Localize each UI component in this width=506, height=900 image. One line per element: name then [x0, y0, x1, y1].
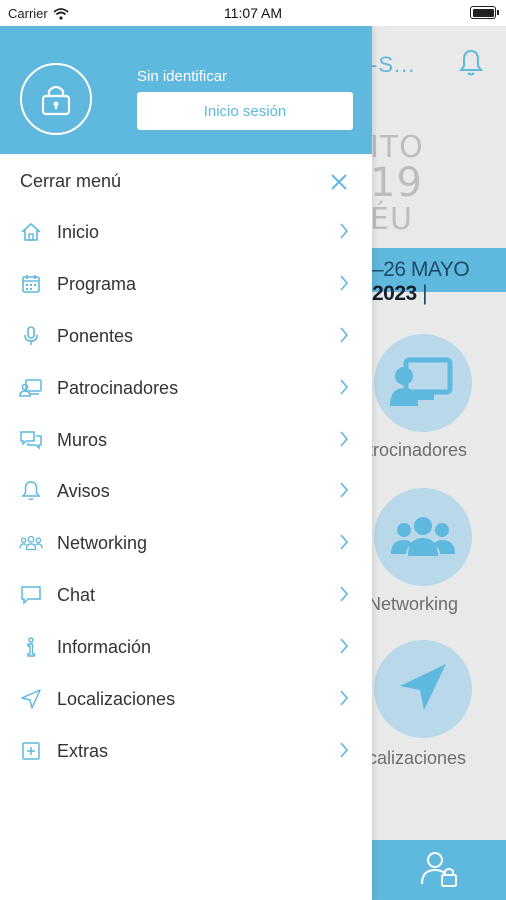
- bg-tile-locations[interactable]: [374, 640, 472, 738]
- chevron-right-icon: [340, 534, 349, 550]
- bg-tile-sponsors[interactable]: [374, 334, 472, 432]
- location-arrow-icon: [19, 687, 43, 711]
- menu-item-inicio[interactable]: Inicio: [0, 207, 372, 259]
- menu-item-informacion[interactable]: Información: [0, 622, 372, 674]
- menu-item-avisos[interactable]: Avisos: [0, 466, 372, 518]
- close-menu-label: Cerrar menú: [20, 171, 122, 191]
- bg-footer-bar: [372, 840, 506, 900]
- battery-icon: [470, 6, 499, 19]
- menu-item-muros[interactable]: Muros: [0, 415, 372, 467]
- menu-item-networking[interactable]: Networking: [0, 518, 372, 570]
- menu-item-localizaciones[interactable]: Localizaciones: [0, 674, 372, 726]
- menu-label: Información: [57, 637, 152, 658]
- chevron-right-icon: [340, 690, 349, 706]
- calendar-icon: [19, 272, 43, 296]
- bg-header-title: -S...: [370, 52, 416, 77]
- chevron-right-icon: [340, 586, 349, 602]
- menu-label: Programa: [57, 273, 137, 294]
- menu-label: Inicio: [57, 222, 100, 242]
- side-drawer: Sin identificar Inicio sesión Cerrar men…: [0, 26, 372, 900]
- menu-label: Chat: [57, 585, 96, 606]
- menu-label: Muros: [57, 429, 108, 450]
- menu-label: Avisos: [57, 481, 110, 502]
- menu-label: Ponentes: [57, 325, 134, 346]
- navigation-arrow-icon: [400, 664, 446, 710]
- presentation-icon: [390, 357, 453, 406]
- bell-icon: [19, 479, 43, 503]
- bg-date-text: –26 MAYO 2023 |: [372, 258, 506, 306]
- notifications-bell-icon[interactable]: [458, 48, 484, 78]
- avatar: [20, 63, 92, 135]
- people-icon: [19, 531, 43, 555]
- close-icon[interactable]: [329, 172, 349, 192]
- bg-tile-networking[interactable]: [374, 488, 472, 586]
- chat-icon: [19, 583, 43, 607]
- bg-event-line-2: 19: [370, 160, 423, 206]
- chevron-right-icon: [340, 742, 349, 758]
- chevron-right-icon: [340, 482, 349, 498]
- menu-label: Extras: [57, 740, 109, 761]
- chevron-right-icon: [340, 638, 349, 654]
- bg-tile-label-networking: Networking: [368, 594, 459, 614]
- menu-label: Patrocinadores: [57, 377, 179, 398]
- chevron-right-icon: [340, 379, 349, 395]
- info-icon: [19, 635, 43, 659]
- sponsor-icon: [19, 376, 43, 400]
- drawer-header: Sin identificar Inicio sesión: [0, 26, 372, 154]
- menu-label: Networking: [57, 533, 148, 554]
- menu-item-programa[interactable]: Programa: [0, 259, 372, 311]
- microphone-icon: [19, 324, 43, 348]
- plus-square-icon: [19, 739, 43, 763]
- drawer-menu: Inicio Programa Ponentes Patrocinadores: [0, 207, 372, 778]
- chevron-right-icon: [340, 223, 349, 239]
- user-status: Sin identificar: [137, 68, 228, 85]
- login-button[interactable]: Inicio sesión: [137, 92, 353, 130]
- user-lock-icon[interactable]: [420, 850, 460, 888]
- home-icon: [19, 220, 43, 244]
- menu-item-chat[interactable]: Chat: [0, 570, 372, 622]
- bg-date-range: –26 MAYO: [372, 258, 470, 281]
- menu-item-ponentes[interactable]: Ponentes: [0, 311, 372, 363]
- group-icon: [391, 517, 455, 556]
- status-bar: Carrier 11:07 AM: [0, 0, 506, 26]
- chat-bubbles-icon: [19, 428, 43, 452]
- bg-date-tail: |: [422, 282, 428, 305]
- chevron-right-icon: [340, 431, 349, 447]
- menu-label: Localizaciones: [57, 689, 176, 710]
- bg-tile-label-sponsors: trocinadores: [368, 440, 468, 460]
- bg-event-line-3: ÉU: [370, 202, 413, 237]
- bg-date-year: 2023: [372, 282, 417, 305]
- menu-item-patrocinadores[interactable]: Patrocinadores: [0, 363, 372, 415]
- lock-icon: [41, 85, 71, 116]
- chevron-right-icon: [340, 275, 349, 291]
- chevron-right-icon: [340, 327, 349, 343]
- status-time: 11:07 AM: [223, 5, 283, 21]
- bg-tile-label-locations: calizaciones: [368, 748, 467, 768]
- menu-item-extras[interactable]: Extras: [0, 726, 372, 778]
- close-menu-row[interactable]: Cerrar menú: [0, 154, 372, 208]
